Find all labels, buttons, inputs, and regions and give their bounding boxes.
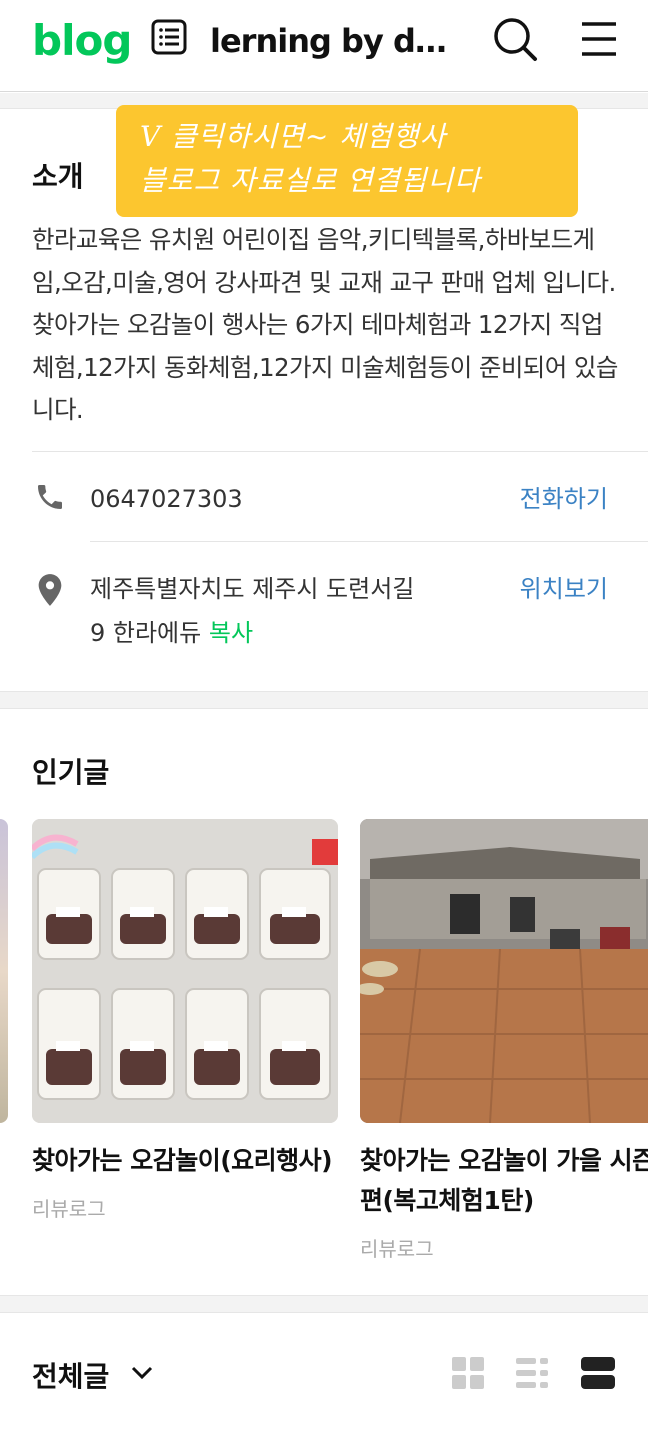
card-category: 리뷰로그: [32, 1197, 106, 1221]
card-thumbnail[interactable]: [360, 819, 648, 1123]
all-posts-section: 전체글: [0, 1312, 648, 1440]
grid-view-icon[interactable]: [450, 1355, 486, 1391]
popular-title: 인기글: [32, 756, 110, 789]
section-gap: [0, 1296, 648, 1312]
card-view-icon[interactable]: [580, 1355, 616, 1391]
view-location-button[interactable]: 위치보기: [520, 569, 608, 609]
call-button[interactable]: 전화하기: [520, 479, 608, 519]
divider: [90, 541, 648, 542]
app-header: blog lerning by doi...: [0, 0, 648, 92]
address-line1: 제주특별자치도 제주시 도련서길: [90, 575, 415, 603]
section-gap: [0, 692, 648, 708]
menu-icon[interactable]: [578, 18, 620, 60]
previous-card-sliver[interactable]: [0, 819, 8, 1123]
address-line2: 9 한라에듀: [90, 619, 202, 647]
intro-description: 한라교육은 유치원 어린이집 음악,키디텍블록,하바보드게임,오감,미술,영어 …: [32, 225, 618, 424]
chevron-down-icon[interactable]: [130, 1363, 154, 1383]
popular-card[interactable]: 찾아가는 오감놀이(요리행사) 리뷰로그: [32, 819, 338, 1222]
blog-logo[interactable]: blog: [32, 16, 132, 66]
sticky-note-banner[interactable]: V 클릭하시면~ 체험행사 블로그 자료실로 연결됩니다: [116, 105, 578, 217]
copy-address-button[interactable]: 복사: [209, 619, 253, 647]
sticky-note-line1: V 클릭하시면~ 체험행사: [140, 120, 447, 153]
list-view-icon[interactable]: [514, 1355, 550, 1391]
all-posts-dropdown[interactable]: 전체글: [32, 1355, 109, 1395]
intro-title: 소개: [32, 160, 84, 193]
divider: [32, 451, 648, 452]
intro-section: 소개 V 클릭하시면~ 체험행사 블로그 자료실로 연결됩니다 한라교육은 유치…: [0, 105, 648, 692]
sticky-note-line2: 블로그 자료실로 연결됩니다: [140, 164, 481, 197]
phone-number: 0647027303: [90, 485, 243, 513]
card-category: 리뷰로그: [360, 1237, 434, 1261]
location-pin-icon: [38, 574, 62, 606]
card-thumbnail[interactable]: [32, 819, 338, 1123]
blog-title[interactable]: lerning by doi...: [210, 20, 460, 62]
search-icon[interactable]: [492, 16, 538, 62]
post-list-icon[interactable]: [150, 18, 188, 56]
address-line2-container: 9 한라에듀 복사: [90, 613, 253, 653]
popular-posts-section: 인기글 찾아가는 오감놀이(요리행사) 리뷰로그 찾아가는 오감놀이 가을 시즌…: [0, 708, 648, 1296]
card-title[interactable]: 찾아가는 오감놀이 가을 시즌편(복고체험1탄): [360, 1141, 648, 1221]
phone-icon: [38, 485, 62, 509]
card-title[interactable]: 찾아가는 오감놀이(요리행사): [32, 1141, 338, 1181]
popular-card[interactable]: 찾아가는 오감놀이 가을 시즌편(복고체험1탄) 리뷰로그: [360, 819, 648, 1262]
